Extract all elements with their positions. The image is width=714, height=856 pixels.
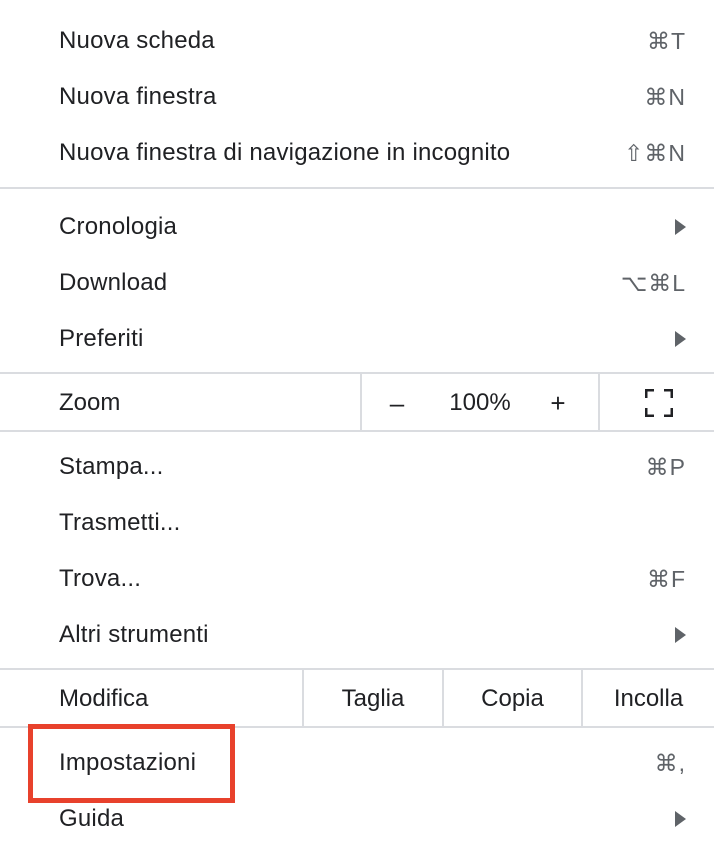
zoom-row: Zoom – 100% +: [0, 374, 714, 432]
menu-item-label: Download: [59, 269, 168, 296]
edit-label: Modifica: [59, 685, 149, 712]
menu-item-downloads[interactable]: Download ⌥⌘L: [0, 255, 714, 311]
menu-item-label: Altri strumenti: [59, 621, 209, 648]
menu-item-label: Guida: [59, 805, 125, 832]
menu-item-shortcut: ⌘F: [646, 566, 686, 592]
menu-item-label: Preferiti: [59, 325, 144, 352]
zoom-in-button[interactable]: +: [538, 374, 578, 432]
menu-item-label: Impostazioni: [59, 749, 197, 776]
menu-item-shortcut: ⌘T: [646, 28, 686, 54]
menu-item-label: Stampa...: [59, 453, 164, 480]
zoom-level-value: 100%: [449, 389, 511, 416]
menu-separator: [0, 187, 714, 189]
fullscreen-icon[interactable]: [645, 389, 673, 417]
zoom-divider: [360, 374, 362, 432]
menu-item-print[interactable]: Stampa... ⌘P: [0, 439, 714, 495]
submenu-arrow-icon: [675, 331, 686, 347]
menu-item-label: Nuova finestra di navigazione in incogni…: [59, 139, 511, 166]
menu-separator: [0, 726, 714, 728]
menu-item-shortcut: ⇧⌘N: [624, 140, 686, 166]
menu-item-incognito-window[interactable]: Nuova finestra di navigazione in incogni…: [0, 125, 714, 181]
menu-separator: [0, 430, 714, 432]
menu-item-label: Trasmetti...: [59, 509, 181, 536]
menu-item-new-tab[interactable]: Nuova scheda ⌘T: [0, 13, 714, 69]
menu-item-help[interactable]: Guida: [0, 791, 714, 847]
edit-row: Modifica Taglia Copia Incolla: [0, 670, 714, 728]
menu-item-label: Nuova finestra: [59, 83, 217, 110]
menu-item-shortcut: ⌘P: [645, 454, 686, 480]
copy-button[interactable]: Copia: [444, 670, 581, 728]
menu-item-shortcut: ⌘N: [644, 84, 686, 110]
menu-item-bookmarks[interactable]: Preferiti: [0, 311, 714, 367]
zoom-divider: [598, 374, 600, 432]
menu-item-shortcut: ⌥⌘L: [620, 270, 686, 296]
menu-item-shortcut: ⌘,: [654, 750, 686, 776]
submenu-arrow-icon: [675, 627, 686, 643]
menu-item-history[interactable]: Cronologia: [0, 199, 714, 255]
menu-item-find[interactable]: Trova... ⌘F: [0, 551, 714, 607]
menu-item-label: Trova...: [59, 565, 142, 592]
zoom-out-button[interactable]: –: [377, 374, 417, 432]
chrome-main-menu: Nuova scheda ⌘T Nuova finestra ⌘N Nuova …: [0, 0, 714, 856]
zoom-label: Zoom: [59, 389, 121, 416]
menu-item-new-window[interactable]: Nuova finestra ⌘N: [0, 69, 714, 125]
cut-button[interactable]: Taglia: [304, 670, 442, 728]
menu-item-label: Nuova scheda: [59, 27, 215, 54]
submenu-arrow-icon: [675, 811, 686, 827]
menu-item-label: Cronologia: [59, 213, 178, 240]
menu-item-cast[interactable]: Trasmetti...: [0, 495, 714, 551]
paste-button[interactable]: Incolla: [583, 670, 714, 728]
menu-item-more-tools[interactable]: Altri strumenti: [0, 607, 714, 663]
menu-item-settings[interactable]: Impostazioni ⌘,: [0, 735, 714, 791]
submenu-arrow-icon: [675, 219, 686, 235]
